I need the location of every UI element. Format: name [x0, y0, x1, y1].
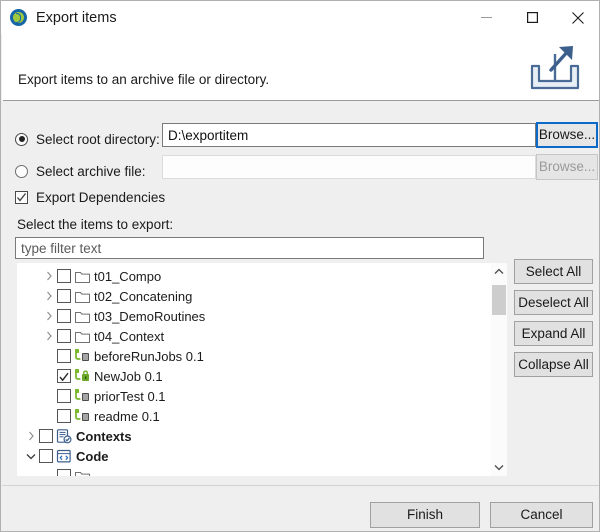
tree-item-checkbox[interactable] [39, 449, 53, 463]
chevron-right-icon[interactable] [23, 428, 39, 444]
tree-item-label: t02_Concatening [94, 289, 192, 304]
code-icon [56, 448, 72, 464]
minimize-button[interactable] [463, 1, 509, 34]
tree-vertical-scrollbar[interactable] [491, 263, 507, 476]
tree-item-checkbox[interactable] [57, 349, 71, 363]
tree-item-label: priorTest 0.1 [94, 389, 166, 404]
folder-icon [74, 268, 90, 284]
tree-item[interactable]: t02_Concatening [17, 286, 491, 306]
tree-item-partial[interactable] [17, 466, 491, 476]
root-directory-browse-button[interactable]: Browse... [536, 122, 598, 148]
scrollbar-thumb[interactable] [492, 285, 506, 315]
tree-item-checkbox[interactable] [57, 329, 71, 343]
chevron-down-icon[interactable] [491, 459, 507, 476]
archive-file-radio[interactable] [15, 165, 28, 178]
window-controls [463, 1, 600, 34]
finish-button[interactable]: Finish [370, 502, 480, 528]
job-icon [74, 388, 90, 404]
chevron-right-icon[interactable] [41, 328, 57, 344]
export-dependencies-label: Export Dependencies [36, 190, 165, 205]
tree-item-checkbox[interactable] [39, 429, 53, 443]
archive-file-input[interactable] [162, 155, 536, 179]
tree-item[interactable]: readme 0.1 [17, 406, 491, 426]
talend-icon [10, 9, 27, 26]
header-separator [3, 100, 600, 101]
tree-item-label: t03_DemoRoutines [94, 309, 205, 324]
tree-item[interactable]: Code [17, 446, 491, 466]
items-section-label: Select the items to export: [17, 217, 173, 232]
archive-file-radio-label: Select archive file: [36, 164, 146, 179]
chevron-right-icon[interactable] [41, 288, 57, 304]
window-title: Export items [36, 10, 117, 26]
tree-item-label: beforeRunJobs 0.1 [94, 349, 204, 364]
folder-icon [74, 308, 90, 324]
export-items-dialog: Export items Export items to an archive … [0, 0, 600, 532]
chevron-right-icon[interactable] [41, 308, 57, 324]
tree-item[interactable]: t04_Context [17, 326, 491, 346]
tree-item-label: Contexts [76, 429, 132, 444]
tree-item[interactable]: NewJob 0.1 [17, 366, 491, 386]
tree-item-label: t01_Compo [94, 269, 161, 284]
archive-file-radio-row[interactable]: Select archive file: [15, 160, 146, 182]
tree-item-label: readme 0.1 [94, 409, 160, 424]
header-description: Export items to an archive file or direc… [18, 72, 269, 87]
tree-item[interactable]: Contexts [17, 426, 491, 446]
tree-item-checkbox[interactable] [57, 309, 71, 323]
tree-item-checkbox[interactable] [57, 389, 71, 403]
tree-item-label: t04_Context [94, 329, 164, 344]
tree-item-label: Code [76, 449, 109, 464]
tree-item[interactable]: t03_DemoRoutines [17, 306, 491, 326]
close-button[interactable] [555, 1, 600, 34]
dialog-header: Export items to an archive file or direc… [2, 34, 600, 101]
tree-item[interactable]: t01_Compo [17, 266, 491, 286]
expand-all-button[interactable]: Expand All [514, 321, 593, 346]
footer-separator [2, 485, 600, 486]
tree-item[interactable]: priorTest 0.1 [17, 386, 491, 406]
collapse-all-button[interactable]: Collapse All [514, 352, 593, 377]
export-tray-arrow-icon [524, 40, 586, 96]
deselect-all-button[interactable]: Deselect All [514, 290, 593, 315]
job-lock-icon [74, 368, 90, 384]
maximize-button[interactable] [509, 1, 555, 34]
tree-item-checkbox[interactable] [57, 269, 71, 283]
tree-item-label: NewJob 0.1 [94, 369, 163, 384]
root-directory-radio[interactable] [15, 133, 28, 146]
job-icon [74, 408, 90, 424]
job-icon [74, 348, 90, 364]
chevron-right-icon[interactable] [41, 268, 57, 284]
items-tree[interactable]: t01_Compo t02_Concatening t03_DemoRoutines… [17, 263, 507, 476]
title-bar: Export items [1, 1, 600, 34]
tree-item-checkbox[interactable] [57, 369, 71, 383]
folder-icon [74, 288, 90, 304]
chevron-down-icon[interactable] [23, 448, 39, 464]
root-directory-input[interactable] [162, 123, 536, 147]
archive-file-browse-button[interactable]: Browse... [536, 154, 598, 180]
export-dependencies-row[interactable]: Export Dependencies [15, 190, 165, 205]
root-directory-radio-label: Select root directory: [36, 132, 160, 147]
tree-item-checkbox[interactable] [57, 409, 71, 423]
root-directory-radio-row[interactable]: Select root directory: [15, 128, 160, 150]
folder-icon [74, 328, 90, 344]
tree-item[interactable]: beforeRunJobs 0.1 [17, 346, 491, 366]
tree-item-checkbox[interactable] [57, 469, 71, 476]
folder-icon [74, 468, 90, 476]
chevron-up-icon[interactable] [491, 263, 507, 280]
contexts-icon [56, 428, 72, 444]
tree-item-checkbox[interactable] [57, 289, 71, 303]
cancel-button[interactable]: Cancel [490, 502, 593, 528]
filter-input[interactable] [15, 237, 484, 259]
export-dependencies-checkbox[interactable] [15, 191, 28, 204]
select-all-button[interactable]: Select All [514, 259, 593, 284]
